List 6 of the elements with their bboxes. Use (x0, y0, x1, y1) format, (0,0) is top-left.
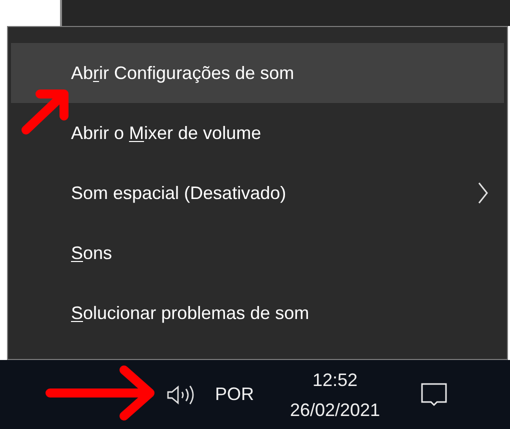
clock-time: 12:52 (312, 368, 358, 392)
language-indicator[interactable]: POR (215, 381, 254, 408)
menu-item[interactable]: Abrir Configurações de som (11, 43, 504, 103)
clock-date: 26/02/2021 (290, 398, 380, 422)
notification-icon[interactable] (420, 380, 448, 408)
clock[interactable]: 12:52 26/02/2021 (280, 364, 390, 424)
